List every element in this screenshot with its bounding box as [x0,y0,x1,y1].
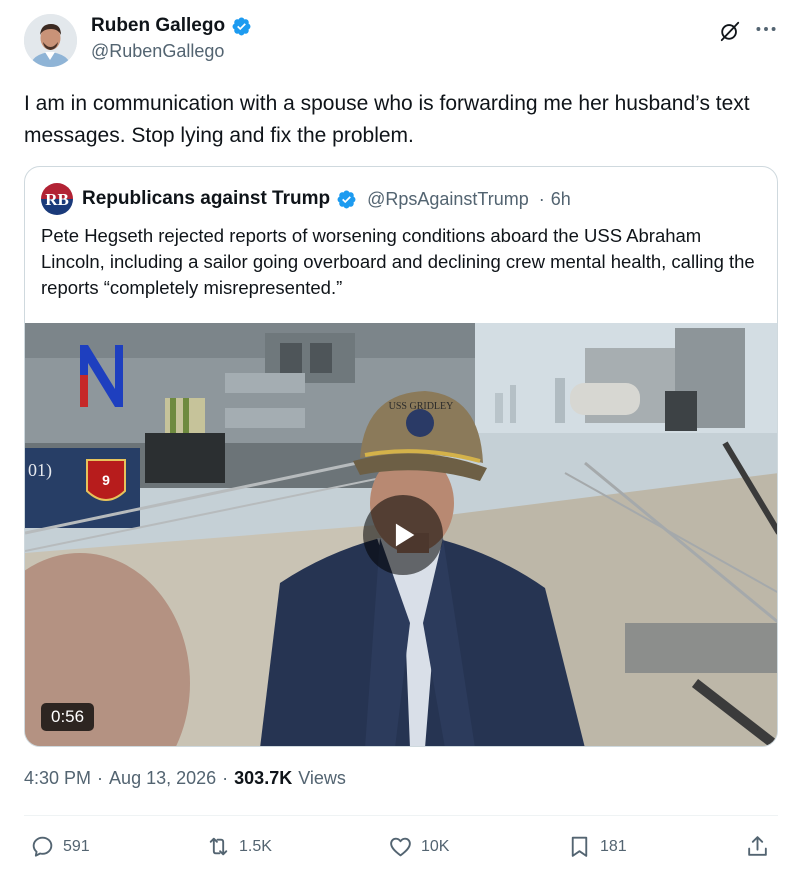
tweet-date[interactable]: Aug 13, 2026 [109,768,216,789]
cap-text: USS GRIDLEY [389,401,454,412]
video-duration: 0:56 [41,703,95,731]
like-count: 10K [421,837,450,855]
quoted-tweet[interactable]: RB Republicans against Trump @RpsAgainst… [24,166,778,747]
author-name[interactable]: Ruben Gallego [91,15,225,37]
quote-separator: · [538,188,545,209]
grok-icon[interactable] [719,20,741,42]
quote-header: RB Republicans against Trump @RpsAgainst… [41,183,571,215]
author-handle[interactable]: @RubenGallego [91,41,252,62]
bookmark-count: 181 [600,837,627,855]
like-icon [390,837,411,857]
author-block: Ruben Gallego @RubenGallego [91,15,252,62]
quote-text: Pete Hegseth rejected reports of worseni… [41,225,755,298]
repost-count: 1.5K [239,837,272,855]
play-button[interactable] [363,495,443,575]
verified-badge-icon [337,190,356,208]
tweet-text: I am in communication with a spouse who … [24,92,750,147]
bookmark-icon [571,836,588,857]
crest-number-text: 9 [102,472,110,488]
meta-separator: · [97,768,104,788]
action-bar: 591 1.5K 10K 181 [0,830,800,868]
quote-avatar-text: RB [45,190,69,209]
video-player[interactable]: 01) 9 USS GRIDLEY 0:56 [25,323,777,746]
repost-button[interactable]: 1.5K [206,834,272,859]
hull-number-text: 01) [28,460,52,481]
bookmark-button[interactable]: 181 [567,834,627,859]
more-icon[interactable] [753,16,779,42]
quote-author-handle[interactable]: @RpsAgainstTrump [367,189,529,210]
play-icon [395,523,415,547]
views-count: 303.7K [234,768,293,788]
views-label: Views [298,768,346,788]
tweet: Ruben Gallego @RubenGallego I am in comm… [0,0,800,873]
reply-button[interactable]: 591 [30,834,90,859]
meta-separator: · [222,768,229,788]
share-icon [748,836,767,856]
tweet-meta: 4:30 PM · Aug 13, 2026 · 303.7K Views [24,768,346,789]
verified-badge-icon [232,17,251,35]
author-avatar[interactable] [24,14,77,67]
quote-time[interactable]: 6h [551,189,571,210]
tweet-time[interactable]: 4:30 PM [24,768,91,789]
share-button[interactable] [745,834,770,859]
reply-icon [32,836,53,857]
like-button[interactable]: 10K [388,834,449,859]
quote-avatar[interactable]: RB [41,183,73,215]
reply-count: 591 [63,837,90,855]
quote-author-name[interactable]: Republicans against Trump [82,188,330,210]
divider [24,815,778,816]
repost-icon [209,837,228,856]
